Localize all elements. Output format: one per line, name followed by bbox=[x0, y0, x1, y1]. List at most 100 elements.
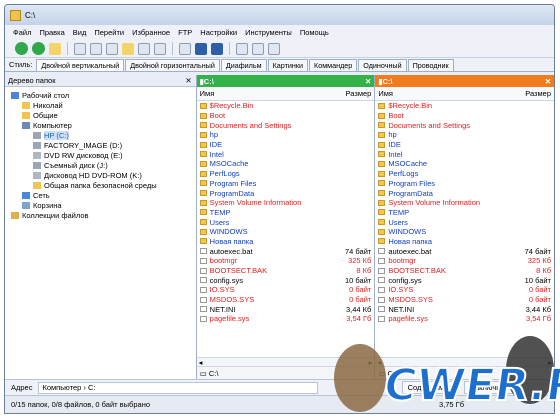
menu-item[interactable]: Помощь bbox=[300, 28, 329, 37]
column-name-header[interactable]: Имя bbox=[200, 89, 215, 98]
notes-icon[interactable] bbox=[252, 42, 264, 55]
file-row[interactable]: WINDOWS bbox=[375, 227, 554, 237]
file-row[interactable]: IDE bbox=[197, 140, 375, 150]
file-row[interactable]: Users bbox=[197, 217, 375, 227]
file-row[interactable]: PerfLogs bbox=[197, 169, 375, 179]
file-row[interactable]: Users bbox=[375, 217, 554, 227]
tree-item[interactable]: HP (C:) bbox=[5, 130, 196, 140]
menu-item[interactable]: Инструменты bbox=[245, 28, 292, 37]
file-row[interactable]: pagefile.sys 3,54 Гб bbox=[197, 314, 375, 324]
file-row[interactable]: IDE bbox=[375, 140, 554, 150]
column-size-header[interactable]: Размер bbox=[525, 89, 551, 98]
menu-item[interactable]: Перейти bbox=[94, 28, 124, 37]
document-icon[interactable] bbox=[236, 42, 248, 55]
file-row[interactable]: MSDOS.SYS 0 байт bbox=[197, 295, 375, 305]
copy-icon[interactable] bbox=[74, 42, 86, 55]
file-row[interactable]: Новая папка bbox=[375, 237, 554, 247]
file-row[interactable]: $Recycle.Bin bbox=[375, 101, 554, 111]
style-tab[interactable]: Диафильм bbox=[220, 59, 267, 71]
file-row[interactable]: Новая папка bbox=[197, 237, 375, 247]
close-icon[interactable]: ✕ bbox=[185, 76, 191, 85]
tree-item[interactable]: Коллекции файлов bbox=[5, 210, 196, 220]
close-icon[interactable]: ✕ bbox=[545, 77, 551, 86]
tree-item[interactable]: Николай bbox=[5, 100, 196, 110]
style-tab[interactable]: Одиночный bbox=[358, 59, 407, 71]
cut-icon[interactable] bbox=[90, 42, 102, 55]
rename-icon[interactable] bbox=[154, 42, 166, 55]
menu-item[interactable]: FTP bbox=[178, 28, 192, 37]
file-row[interactable]: NET.INI 3,44 Кб bbox=[197, 304, 375, 314]
edit-icon[interactable] bbox=[268, 42, 280, 55]
file-row[interactable]: Boot bbox=[375, 111, 554, 121]
tree-item[interactable]: FACTORY_IMAGE (D:) bbox=[5, 140, 196, 150]
properties-icon[interactable] bbox=[138, 42, 150, 55]
tree-item[interactable]: Общая папка безопасной среды bbox=[5, 180, 196, 190]
file-row[interactable]: ProgramData bbox=[375, 188, 554, 198]
file-row[interactable]: hp bbox=[375, 130, 554, 140]
column-size-header[interactable]: Размер bbox=[346, 89, 372, 98]
file-row[interactable]: MSOCache bbox=[197, 159, 375, 169]
style-tab[interactable]: Двойной горизонтальный bbox=[125, 59, 220, 71]
address-input[interactable]: Компьютер › C: bbox=[38, 381, 319, 394]
style-tab[interactable]: Двойной вертикальный bbox=[36, 59, 125, 71]
file-row[interactable]: TEMP bbox=[375, 208, 554, 218]
file-row[interactable]: IO.SYS 0 байт bbox=[197, 285, 375, 295]
menu-item[interactable]: Настройки bbox=[200, 28, 237, 37]
style-tab[interactable]: Картинки bbox=[267, 59, 309, 71]
tree-item[interactable]: Сеть bbox=[5, 190, 196, 200]
up-folder-icon[interactable] bbox=[49, 42, 61, 55]
file-row[interactable]: $Recycle.Bin bbox=[197, 101, 375, 111]
close-icon[interactable]: ✕ bbox=[365, 77, 371, 86]
file-row[interactable]: hp bbox=[197, 130, 375, 140]
file-row[interactable]: NET.INI 3,44 Кб bbox=[375, 304, 554, 314]
tree-item[interactable]: Общие bbox=[5, 110, 196, 120]
tree-item[interactable]: Дисковод HD DVD-ROM (K:) bbox=[5, 170, 196, 180]
file-row[interactable]: autoexec.bat 74 байт bbox=[197, 246, 375, 256]
file-row[interactable]: config.sys 10 байт bbox=[197, 275, 375, 285]
file-row[interactable]: Documents and Settings bbox=[197, 120, 375, 130]
file-row[interactable]: autoexec.bat 74 байт bbox=[375, 246, 554, 256]
menu-item[interactable]: Правка bbox=[39, 28, 64, 37]
file-row[interactable]: Program Files bbox=[197, 179, 375, 189]
file-row[interactable]: BOOTSECT.BAK 8 Кб bbox=[375, 266, 554, 276]
file-row[interactable]: WINDOWS bbox=[197, 227, 375, 237]
file-row[interactable]: PerfLogs bbox=[375, 169, 554, 179]
dual-pane-icon[interactable] bbox=[195, 42, 207, 55]
file-row[interactable]: bootmgr 325 Кб bbox=[375, 256, 554, 266]
back-icon[interactable] bbox=[15, 42, 28, 55]
file-name: System Volume Information bbox=[209, 198, 302, 208]
tree-item[interactable]: Рабочий стол bbox=[5, 90, 196, 100]
file-row[interactable]: IO.SYS 0 байт bbox=[375, 285, 554, 295]
new-folder-icon[interactable] bbox=[122, 42, 134, 55]
file-row[interactable]: TEMP bbox=[197, 208, 375, 218]
file-row[interactable]: Documents and Settings bbox=[375, 120, 554, 130]
file-row[interactable]: System Volume Information bbox=[197, 198, 375, 208]
file-row[interactable]: System Volume Information bbox=[375, 198, 554, 208]
tree-item[interactable]: DVD RW дисковод (E:) bbox=[5, 150, 196, 160]
menu-item[interactable]: Избранное bbox=[132, 28, 170, 37]
column-name-header[interactable]: Имя bbox=[378, 89, 393, 98]
file-row[interactable]: MSDOS.SYS 0 байт bbox=[375, 295, 554, 305]
file-row[interactable]: BOOTSECT.BAK 8 Кб bbox=[197, 266, 375, 276]
menu-item[interactable]: Вид bbox=[73, 28, 87, 37]
file-row[interactable]: pagefile.sys 3,54 Гб bbox=[375, 314, 554, 324]
view-icon[interactable] bbox=[179, 42, 191, 55]
scroll-left-icon[interactable]: ◂ bbox=[199, 358, 203, 367]
tree-item[interactable]: Компьютер bbox=[5, 120, 196, 130]
forward-icon[interactable] bbox=[32, 42, 45, 55]
style-tab[interactable]: Коммандер bbox=[309, 59, 358, 71]
file-row[interactable]: Intel bbox=[197, 149, 375, 159]
style-tab[interactable]: Проводник bbox=[407, 59, 454, 71]
tree-item[interactable]: Съемный диск (J:) bbox=[5, 160, 196, 170]
menu-item[interactable]: Файл bbox=[13, 28, 31, 37]
file-row[interactable]: bootmgr 325 Кб bbox=[197, 256, 375, 266]
file-row[interactable]: config.sys 10 байт bbox=[375, 275, 554, 285]
file-row[interactable]: Boot bbox=[197, 111, 375, 121]
file-row[interactable]: Intel bbox=[375, 149, 554, 159]
file-row[interactable]: MSOCache bbox=[375, 159, 554, 169]
paste-icon[interactable] bbox=[106, 42, 118, 55]
file-row[interactable]: ProgramData bbox=[197, 188, 375, 198]
single-pane-icon[interactable] bbox=[211, 42, 223, 55]
file-row[interactable]: Program Files bbox=[375, 179, 554, 189]
tree-item[interactable]: Корзина bbox=[5, 200, 196, 210]
